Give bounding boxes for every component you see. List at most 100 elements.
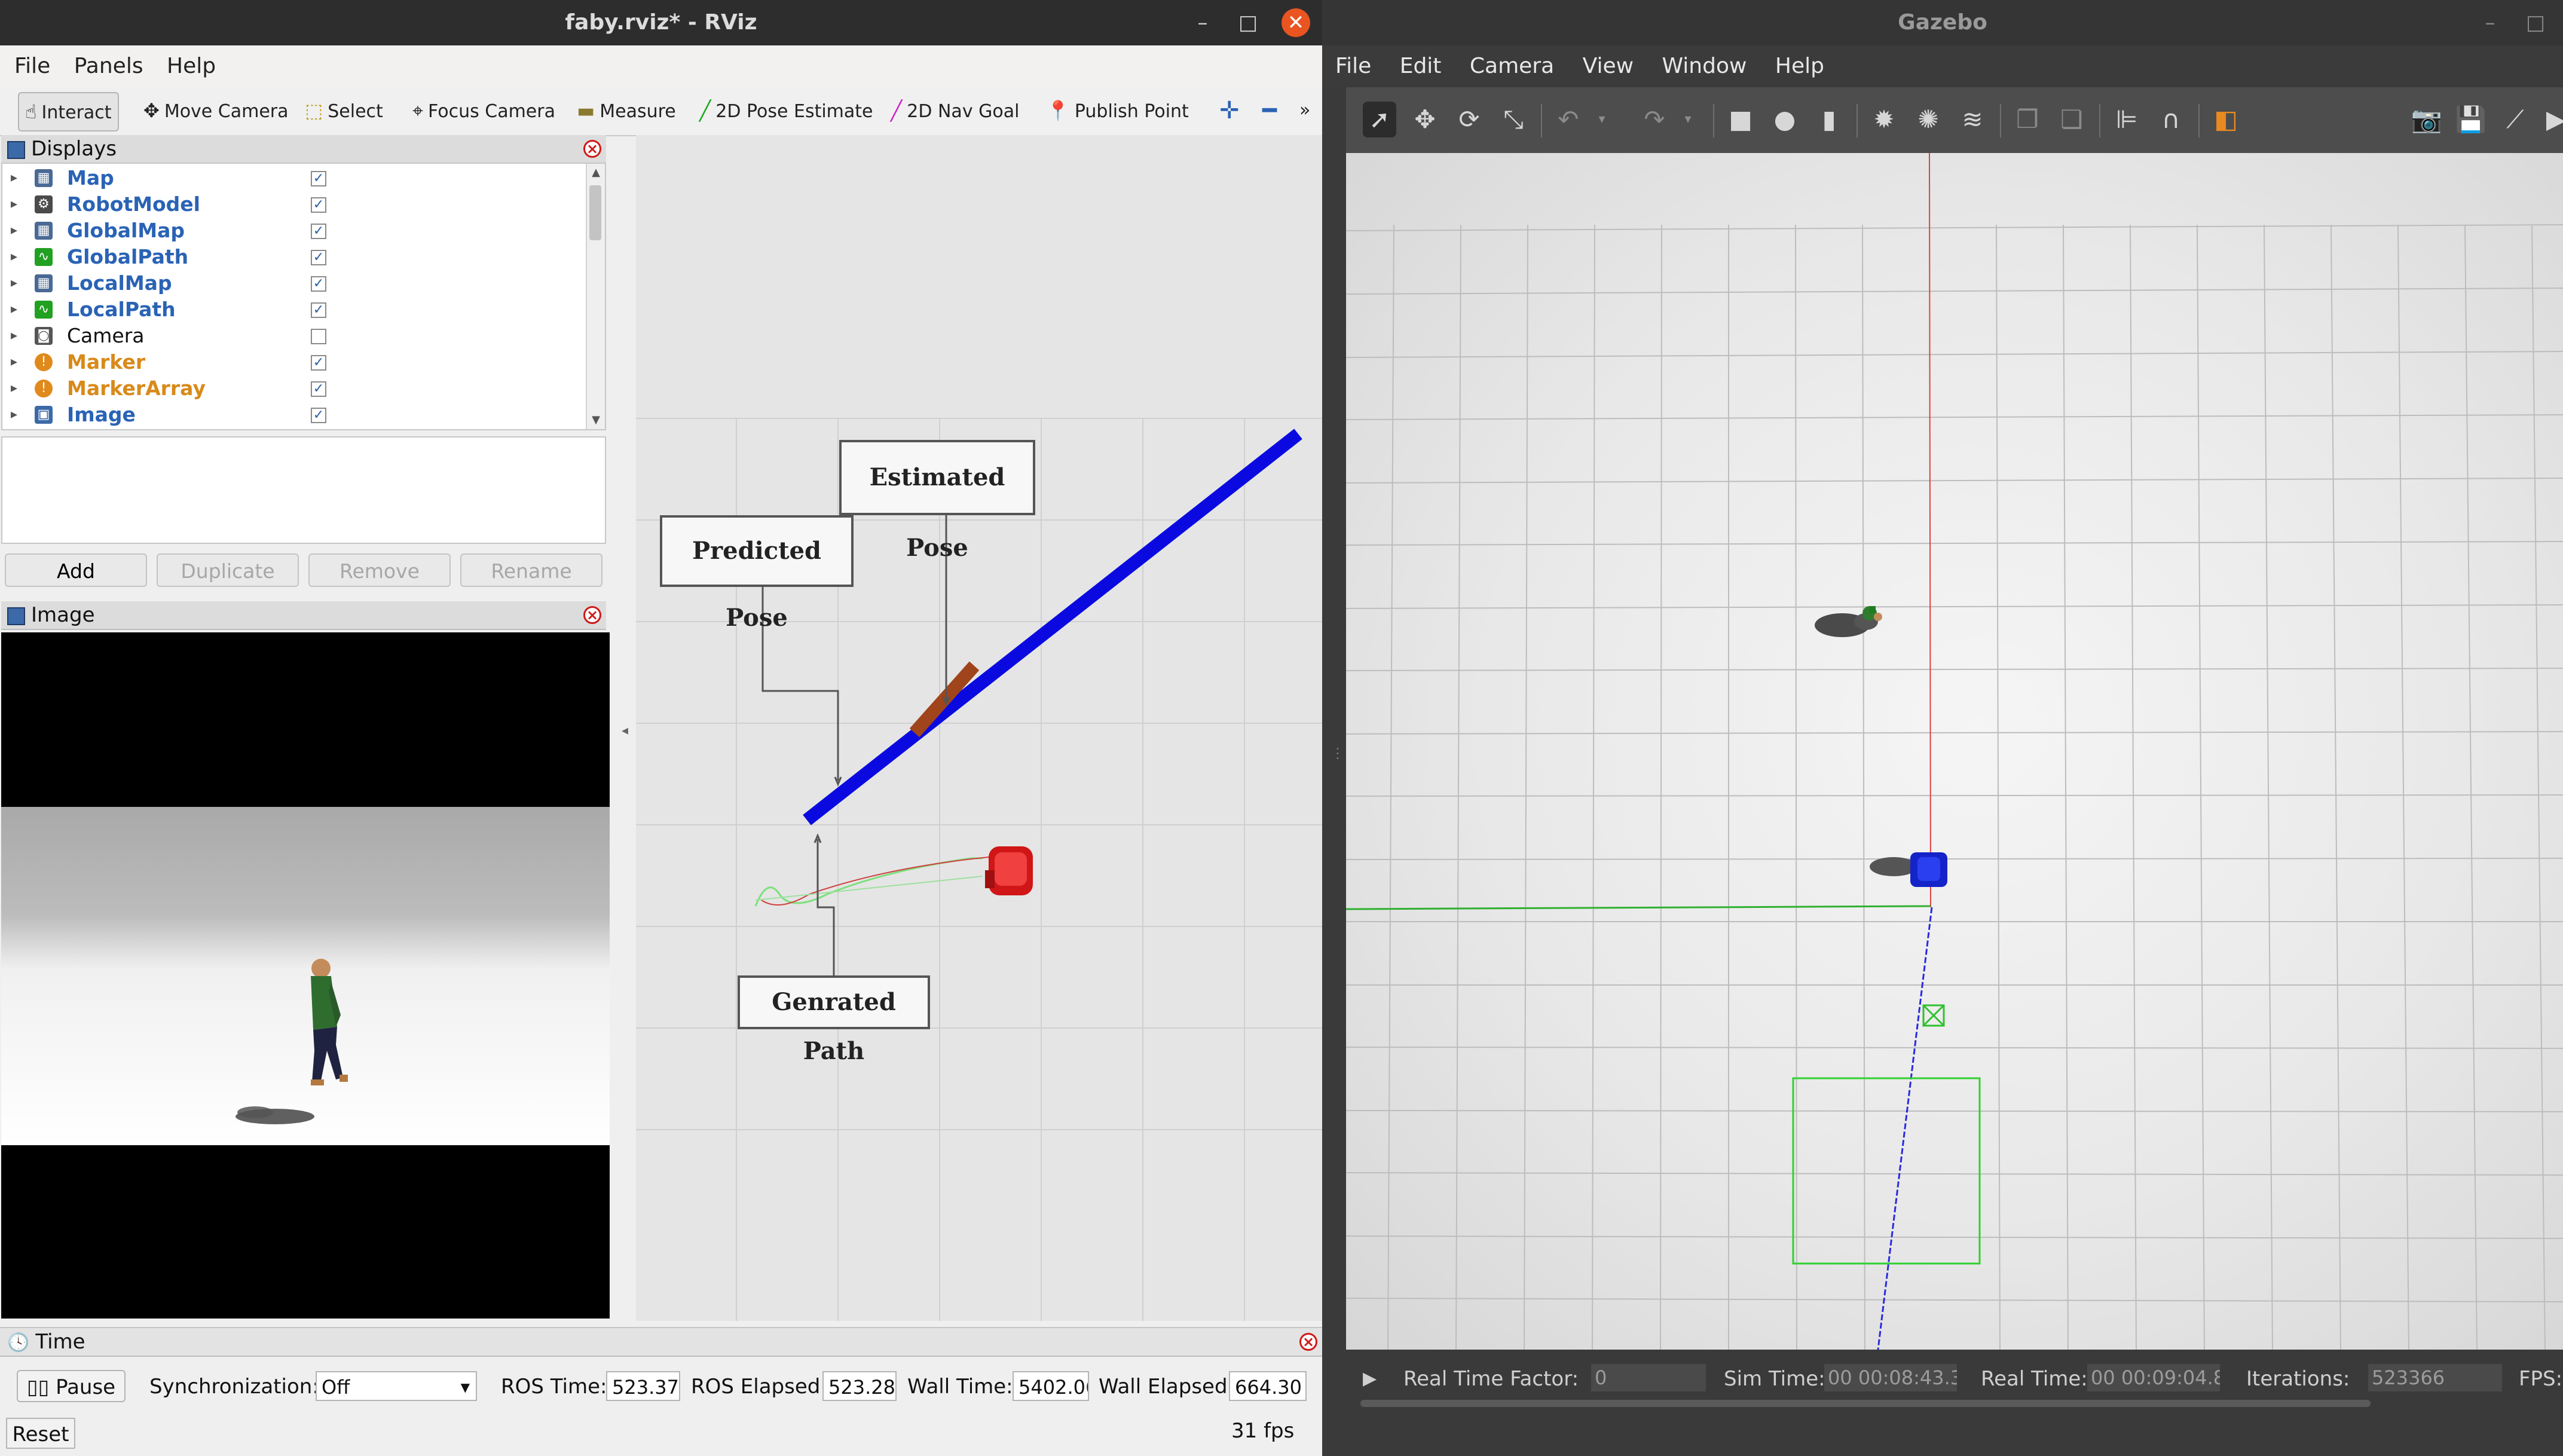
- scroll-down-icon[interactable]: ▼: [587, 411, 605, 429]
- display-item-marker[interactable]: ▸! Marker ✓: [2, 349, 586, 375]
- video-record-icon[interactable]: ▶: [2539, 102, 2563, 137]
- display-enabled-checkbox[interactable]: ✓: [311, 276, 326, 292]
- splitter-left-icon[interactable]: ◂: [622, 723, 628, 738]
- gazebo-left-handle[interactable]: ⋮: [1322, 87, 1346, 1456]
- close-time-icon[interactable]: ×: [1299, 1333, 1317, 1351]
- expand-arrow-icon[interactable]: ▸: [11, 244, 17, 270]
- scroll-up-icon[interactable]: ▲: [587, 164, 605, 182]
- tool-move-camera[interactable]: ✥ Move Camera: [137, 92, 295, 129]
- menu-file[interactable]: File: [6, 45, 59, 87]
- menu-help[interactable]: Help: [158, 45, 224, 87]
- align-icon[interactable]: ⊫: [2110, 102, 2143, 137]
- box-shape-icon[interactable]: ■: [1724, 102, 1757, 137]
- gz-menu-edit[interactable]: Edit: [1389, 45, 1452, 87]
- ros-elapsed-field[interactable]: 523.28: [822, 1371, 897, 1401]
- expand-arrow-icon[interactable]: ▸: [11, 402, 17, 428]
- gz-menu-help[interactable]: Help: [1764, 45, 1835, 87]
- snap-magnet-icon[interactable]: ∩: [2154, 102, 2188, 137]
- play-icon[interactable]: ▶: [1363, 1365, 1377, 1393]
- tool-select[interactable]: ⬚ Select: [299, 92, 389, 129]
- remove-tool-button[interactable]: ━: [1256, 92, 1283, 129]
- display-enabled-checkbox[interactable]: ✓: [311, 381, 326, 397]
- expand-arrow-icon[interactable]: ▸: [11, 349, 17, 375]
- directional-light-icon[interactable]: ≋: [1956, 102, 1989, 137]
- display-enabled-checkbox[interactable]: ✓: [311, 250, 326, 265]
- close-displays-icon[interactable]: ×: [583, 140, 601, 158]
- ros-time-field[interactable]: 523.37: [606, 1371, 680, 1401]
- display-enabled-checkbox[interactable]: ✓: [311, 224, 326, 239]
- point-light-icon[interactable]: ✹: [1867, 102, 1901, 137]
- wall-time-field[interactable]: 5402.06: [1013, 1371, 1089, 1401]
- display-item-image[interactable]: ▸ ▣ Image ✓: [2, 402, 586, 428]
- display-enabled-checkbox[interactable]: ✓: [311, 197, 326, 213]
- tool-2d-pose-estimate[interactable]: ╱ 2D Pose Estimate: [693, 92, 879, 129]
- display-enabled-checkbox[interactable]: [311, 329, 326, 344]
- screenshot-icon[interactable]: 📷: [2410, 102, 2443, 137]
- tool-interact[interactable]: ☝ Interact: [18, 92, 119, 131]
- sphere-shape-icon[interactable]: ●: [1768, 102, 1802, 137]
- gazebo-3d-scene[interactable]: [1346, 153, 2563, 1350]
- display-enabled-checkbox[interactable]: ✓: [311, 355, 326, 371]
- change-view-icon[interactable]: ◧: [2209, 102, 2243, 137]
- display-enabled-checkbox[interactable]: ✓: [311, 302, 326, 318]
- display-item-globalmap[interactable]: ▸ ▦ GlobalMap ✓: [2, 218, 586, 244]
- pause-button[interactable]: ▯▯ Pause: [17, 1370, 126, 1402]
- tool-measure[interactable]: ▬ Measure: [571, 92, 682, 129]
- display-item-map[interactable]: ▸ ▦ Map ✓: [2, 165, 586, 191]
- display-enabled-checkbox[interactable]: ✓: [311, 408, 326, 423]
- scale-icon[interactable]: ⤡: [1497, 102, 1530, 137]
- expand-arrow-icon[interactable]: ▸: [11, 218, 17, 244]
- paste-icon[interactable]: ❏: [2055, 102, 2088, 137]
- display-item-camera[interactable]: ▸ ◙ Camera: [2, 323, 586, 349]
- maximize-button[interactable]: □: [1234, 8, 1262, 37]
- tool-focus-camera[interactable]: ⌖ Focus Camera: [406, 92, 561, 129]
- undo-menu-icon[interactable]: ▾: [1585, 102, 1619, 137]
- add-display-button[interactable]: Add: [5, 553, 147, 587]
- expand-arrow-icon[interactable]: ▸: [11, 270, 17, 296]
- copy-icon[interactable]: ❐: [2011, 102, 2044, 137]
- display-item-localmap[interactable]: ▸ ▦ LocalMap ✓: [2, 270, 586, 296]
- redo-menu-icon[interactable]: ▾: [1671, 102, 1705, 137]
- rotate-icon[interactable]: ⟳: [1452, 102, 1486, 137]
- gz-menu-camera[interactable]: Camera: [1459, 45, 1565, 87]
- display-item-markerarray[interactable]: ▸! MarkerArray ✓: [2, 375, 586, 402]
- expand-arrow-icon[interactable]: ▸: [11, 296, 17, 323]
- plot-icon[interactable]: ⟋: [2498, 102, 2532, 137]
- spot-light-icon[interactable]: ✺: [1911, 102, 1945, 137]
- gz-menu-file[interactable]: File: [1325, 45, 1382, 87]
- duplicate-display-button[interactable]: Duplicate: [157, 553, 299, 587]
- wall-elapsed-field[interactable]: 664.30: [1229, 1371, 1307, 1401]
- reset-button[interactable]: Reset: [6, 1418, 75, 1449]
- redo-icon[interactable]: ↷: [1638, 102, 1671, 137]
- minimize-button[interactable]: –: [1188, 8, 1217, 37]
- remove-display-button[interactable]: Remove: [308, 553, 451, 587]
- undo-icon[interactable]: ↶: [1552, 102, 1585, 137]
- tool-publish-point[interactable]: 📍 Publish Point: [1040, 92, 1195, 129]
- display-enabled-checkbox[interactable]: ✓: [311, 171, 326, 186]
- expand-arrow-icon[interactable]: ▸: [11, 323, 17, 349]
- menu-panels[interactable]: Panels: [66, 45, 152, 87]
- expand-arrow-icon[interactable]: ▸: [11, 191, 17, 218]
- log-record-icon[interactable]: 💾: [2454, 102, 2488, 137]
- displays-scrollbar[interactable]: ▲ ▼: [586, 164, 605, 429]
- rviz-3d-viewport[interactable]: Estimated Pose Predicted Pose Genrated P…: [636, 135, 1322, 1321]
- close-image-icon[interactable]: ×: [583, 606, 601, 624]
- display-item-globalpath[interactable]: ▸ ∿ GlobalPath ✓: [2, 244, 586, 270]
- display-item-robotmodel[interactable]: ▸ ⚙ RobotModel ✓: [2, 191, 586, 218]
- select-mode-icon[interactable]: ➚: [1363, 102, 1396, 137]
- cylinder-shape-icon[interactable]: ▮: [1812, 102, 1846, 137]
- expand-arrow-icon[interactable]: ▸: [11, 375, 17, 402]
- add-tool-button[interactable]: ✛: [1213, 92, 1246, 129]
- gazebo-maximize-button[interactable]: □: [2521, 8, 2550, 37]
- gazebo-minimize-button[interactable]: –: [2476, 8, 2504, 37]
- expand-arrow-icon[interactable]: ▸: [11, 165, 17, 191]
- display-item-localpath[interactable]: ▸ ∿ LocalPath ✓: [2, 296, 586, 323]
- scrollbar-thumb[interactable]: [589, 185, 601, 240]
- gz-menu-window[interactable]: Window: [1651, 45, 1758, 87]
- rename-display-button[interactable]: Rename: [460, 553, 602, 587]
- gazebo-hscrollbar[interactable]: [1360, 1400, 2371, 1407]
- close-button[interactable]: ✕: [1282, 8, 1310, 37]
- tool-2d-nav-goal[interactable]: ╱ 2D Nav Goal: [885, 92, 1025, 129]
- sync-select[interactable]: Off ▼: [316, 1371, 477, 1401]
- translate-icon[interactable]: ✥: [1408, 102, 1442, 137]
